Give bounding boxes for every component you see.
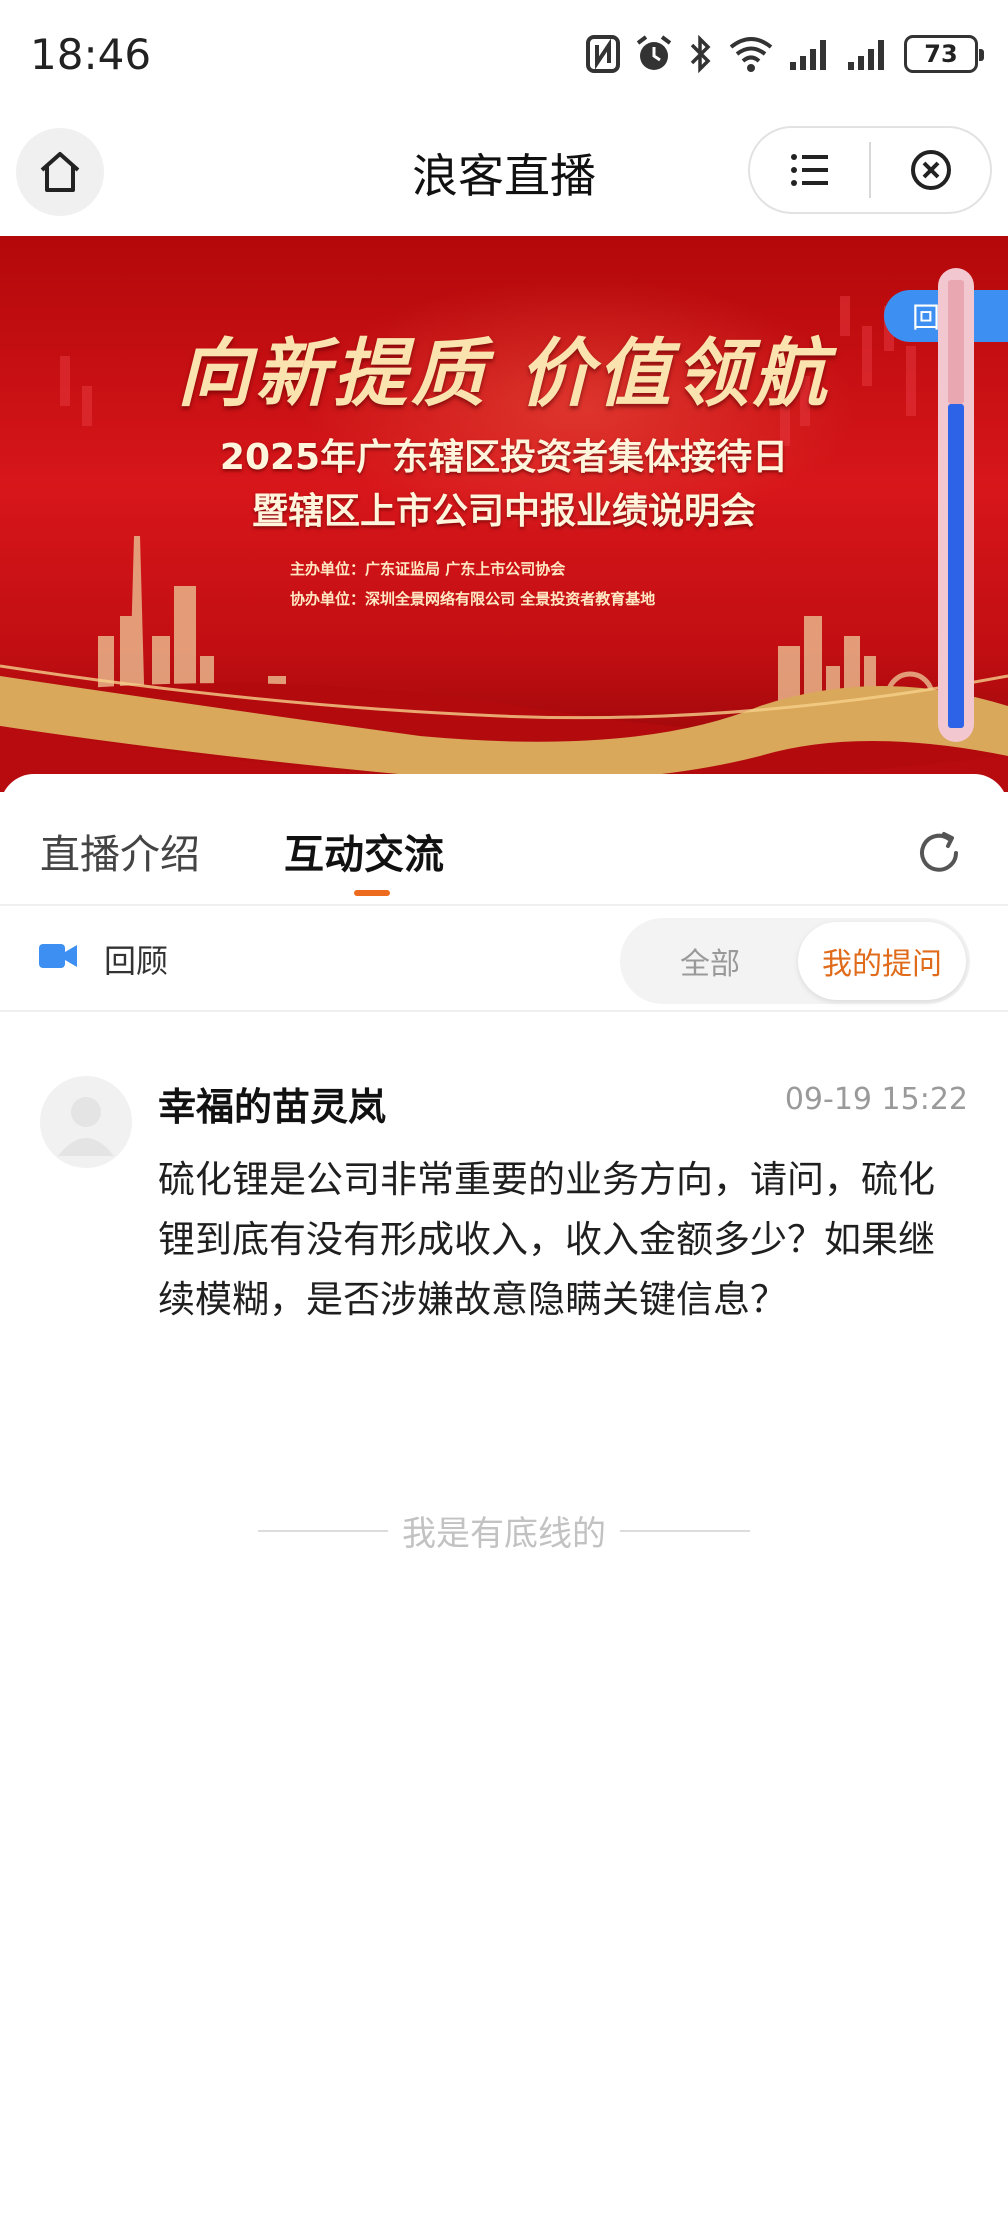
divider-right	[620, 1529, 750, 1532]
filter-row: 回顾 全部 我的提问	[0, 906, 1008, 1012]
end-of-list: 我是有底线的	[0, 1506, 1008, 1555]
signal-icon	[790, 40, 826, 70]
wifi-icon	[729, 37, 773, 72]
question-text: 硫化锂是公司非常重要的业务方向，请问，硫化锂到底有没有形成收入，收入金额多少？如…	[158, 1158, 935, 1321]
banner-co-organizer: 协办单位：深圳全景网络有限公司 全景投资者教育基地	[290, 590, 656, 608]
replay-label: 回顾	[104, 942, 169, 980]
live-banner[interactable]: 向新提质 价值领航 2025年广东辖区投资者集体接待日 暨辖区上市公司中报业绩说…	[0, 236, 1008, 792]
status-time: 18:46	[30, 29, 152, 79]
avatar[interactable]	[40, 1076, 132, 1168]
active-tab-indicator	[354, 890, 390, 896]
signal-icon-2	[848, 40, 884, 70]
filter-divider	[0, 1010, 1008, 1012]
battery-icon: 73	[904, 35, 984, 73]
question-username: 幸福的苗灵岚	[158, 1085, 387, 1129]
filter-all-button[interactable]: 全部	[620, 918, 800, 1004]
question-filter: 全部 我的提问	[620, 918, 970, 1004]
scrollbar-thumb[interactable]	[948, 280, 964, 404]
scrollbar-fill	[948, 404, 964, 728]
close-icon	[910, 150, 951, 190]
question-timestamp: 09-19 15:22	[784, 1082, 968, 1117]
menu-button[interactable]	[750, 128, 869, 212]
bluetooth-icon	[690, 34, 711, 74]
avatar-placeholder-icon	[58, 1097, 114, 1156]
status-bar: 18:46 73	[0, 0, 1008, 108]
battery-level: 73	[924, 40, 958, 68]
status-icons: 73	[586, 34, 984, 74]
mini-program-capsule	[748, 126, 992, 214]
banner-headline: 向新提质 价值领航	[177, 331, 831, 417]
banner-organizer: 主办单位：广东证监局 广东上市公司协会	[290, 560, 566, 578]
nfc-icon	[586, 35, 620, 73]
banner-event-subtitle: 暨辖区上市公司中报业绩说明会	[251, 491, 756, 532]
tab-interaction[interactable]: 互动交流	[284, 822, 444, 880]
banner-scrollbar[interactable]	[938, 268, 974, 742]
refresh-icon	[920, 832, 958, 872]
banner-event-title: 2025年广东辖区投资者集体接待日	[219, 437, 789, 478]
divider-left	[258, 1529, 388, 1532]
tab-live-intro[interactable]: 直播介绍	[40, 822, 200, 880]
alarm-icon	[636, 35, 672, 70]
filter-my-questions-button[interactable]: 我的提问	[798, 922, 966, 1000]
end-of-list-text: 我是有底线的	[402, 1514, 606, 1554]
video-camera-icon	[39, 944, 77, 968]
title-bar: 浪客直播	[0, 112, 1008, 232]
menu-icon	[790, 154, 828, 186]
refresh-button[interactable]	[912, 826, 966, 880]
close-button[interactable]	[871, 128, 990, 212]
content-panel: 直播介绍 互动交流 回顾 全部 我的提问 幸福的苗灵岚 09-19 15:22 …	[0, 774, 1008, 2232]
